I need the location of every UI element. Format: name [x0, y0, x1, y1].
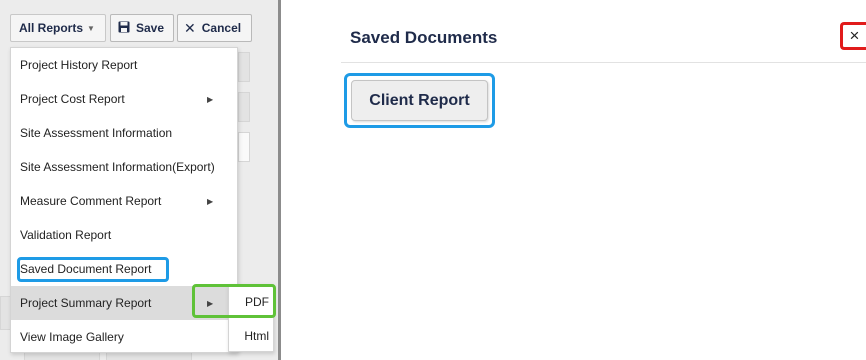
menu-item-label: Site Assessment Information — [20, 126, 173, 140]
menu-item-label: Site Assessment Information(Export) — [20, 160, 215, 174]
panel-divider — [278, 0, 281, 360]
menu-item-project-cost-report[interactable]: Project Cost Report ▶ — [11, 82, 238, 116]
all-reports-dropdown[interactable]: All Reports ▼ — [10, 14, 106, 42]
cancel-label: Cancel — [201, 21, 242, 35]
menu-item-label: Project Summary Report — [20, 296, 152, 310]
chevron-right-icon: ▶ — [207, 196, 214, 206]
close-icon: ✕ — [184, 19, 196, 36]
submenu-item-label: Html — [244, 329, 269, 343]
panel-title: Saved Documents — [350, 28, 498, 47]
close-button[interactable]: × — [840, 22, 866, 50]
save-label: Save — [136, 21, 165, 35]
menu-item-label: View Image Gallery — [20, 330, 124, 344]
chevron-right-icon: ▶ — [207, 94, 214, 104]
background-field — [238, 132, 250, 162]
background-field — [238, 92, 250, 122]
background-field — [238, 52, 250, 82]
export-format-submenu: PDF Html — [228, 284, 274, 352]
menu-item-project-history-report[interactable]: Project History Report — [11, 48, 238, 82]
menu-item-site-assessment-information[interactable]: Site Assessment Information — [11, 116, 238, 150]
chevron-right-icon: ▶ — [207, 298, 214, 308]
client-report-button[interactable]: Client Report — [351, 80, 488, 121]
submenu-item-label: PDF — [245, 295, 269, 309]
close-icon: × — [849, 26, 860, 45]
client-report-label: Client Report — [369, 91, 470, 109]
floppy-disk-icon — [118, 21, 130, 36]
menu-item-label: Project Cost Report — [20, 92, 125, 106]
menu-item-validation-report[interactable]: Validation Report — [11, 218, 238, 252]
submenu-item-html[interactable]: Html — [229, 319, 275, 353]
save-button[interactable]: Save — [110, 14, 174, 42]
menu-item-view-image-gallery[interactable]: View Image Gallery — [11, 320, 238, 354]
menu-item-site-assessment-information-export[interactable]: Site Assessment Information(Export) — [11, 150, 238, 184]
menu-item-label: Measure Comment Report — [20, 194, 162, 208]
menu-item-saved-document-report[interactable]: Saved Document Report — [11, 252, 238, 286]
cancel-button[interactable]: ✕ Cancel — [177, 14, 252, 42]
caret-down-icon: ▼ — [87, 23, 95, 33]
reports-menu: Project History Report Project Cost Repo… — [10, 47, 238, 353]
title-divider — [341, 62, 866, 63]
menu-item-label: Project History Report — [20, 58, 138, 72]
menu-item-label: Validation Report — [20, 228, 112, 242]
menu-item-measure-comment-report[interactable]: Measure Comment Report ▶ — [11, 184, 238, 218]
all-reports-label: All Reports — [19, 21, 84, 35]
menu-item-label: Saved Document Report — [20, 262, 152, 276]
submenu-item-pdf[interactable]: PDF — [229, 285, 275, 319]
menu-item-project-summary-report[interactable]: Project Summary Report ▶ — [11, 286, 238, 320]
client-report-highlight: Client Report — [344, 73, 495, 128]
